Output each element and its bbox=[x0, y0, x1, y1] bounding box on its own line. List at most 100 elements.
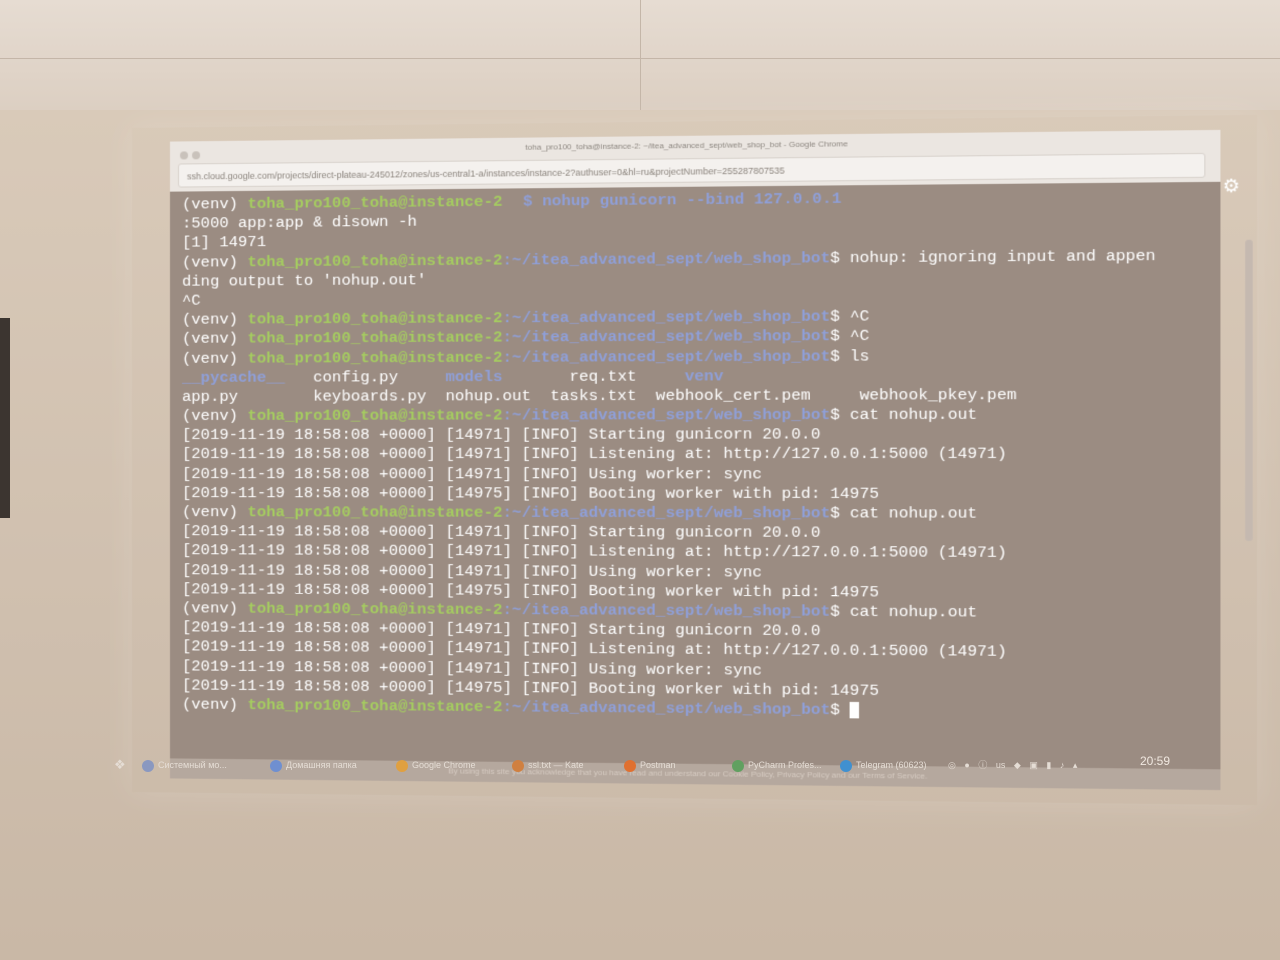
terminal-text: $ cat nohup.out bbox=[830, 504, 977, 523]
taskbar-item[interactable]: ssl.txt — Kate bbox=[512, 756, 584, 774]
clock[interactable]: 20:59 bbox=[1140, 754, 1170, 768]
gear-icon[interactable]: ⚙ bbox=[1220, 175, 1242, 196]
terminal-text: [2019-11-19 18:58:08 +0000] [14971] [INF… bbox=[182, 561, 762, 581]
terminal-text: $ ^C bbox=[830, 327, 869, 346]
updates-icon[interactable]: ● bbox=[964, 760, 969, 770]
terminal-text: config.py bbox=[285, 368, 446, 387]
terminal-text: app.py keyboards.py nohup.out tasks.txt … bbox=[182, 386, 1017, 406]
taskbar-item-label: Системный мо... bbox=[158, 760, 227, 770]
terminal-text: [2019-11-19 18:58:08 +0000] [14971] [INF… bbox=[182, 425, 820, 444]
door-edge bbox=[0, 318, 10, 518]
taskbar-item-label: Домашняя папка bbox=[286, 760, 357, 770]
system-tray: ◎ ● ⓘ us ◆ ▣ ▮ ♪ ▴ bbox=[948, 756, 1083, 774]
app-launcher-icon[interactable]: ❖ bbox=[114, 756, 126, 774]
prompt-path: :~/itea_advanced_sept/web_shop_bot bbox=[503, 307, 831, 327]
terminal-line: __pycache__ config.py models req.txt ven… bbox=[182, 365, 1210, 387]
taskbar-item[interactable]: Google Chrome bbox=[396, 756, 476, 774]
taskbar-item-label: Google Chrome bbox=[412, 760, 476, 770]
keyboard-layout[interactable]: us bbox=[996, 760, 1006, 770]
wifi-icon[interactable]: ◆ bbox=[1014, 760, 1021, 770]
terminal-line: app.py keyboards.py nohup.out tasks.txt … bbox=[182, 385, 1210, 407]
terminal-text: (venv) bbox=[182, 311, 247, 329]
lock-icon[interactable]: ▣ bbox=[1029, 760, 1038, 770]
prompt-user: toha_pro100_toha@instance-2 bbox=[247, 406, 502, 425]
terminal-text: [2019-11-19 18:58:08 +0000] [14971] [INF… bbox=[182, 445, 1007, 464]
terminal-line: [2019-11-19 18:58:08 +0000] [14975] [INF… bbox=[182, 484, 1210, 505]
directory-entry: venv bbox=[685, 367, 724, 385]
terminal-text: $ bbox=[830, 701, 850, 720]
prompt-user: toha_pro100_toha@instance-2 bbox=[247, 503, 502, 522]
terminal-text: $ nohup: ignoring input and appen bbox=[830, 246, 1155, 267]
prompt-path: :~/itea_advanced_sept/web_shop_bot bbox=[503, 406, 831, 425]
prompt-user: toha_pro100_toha@instance-2 bbox=[247, 193, 502, 213]
terminal-text: $ ^C bbox=[830, 307, 869, 326]
taskbar-item[interactable]: Telegram (60623) bbox=[840, 756, 927, 774]
terminal-text: :5000 app:app & disown -h bbox=[182, 213, 417, 233]
terminal-text: [2019-11-19 18:58:08 +0000] [14971] [INF… bbox=[182, 542, 1007, 563]
terminal-text: [2019-11-19 18:58:08 +0000] [14971] [INF… bbox=[182, 618, 820, 640]
kde-taskbar: ❖ Системный мо... Домашняя папка Google Ch… bbox=[110, 750, 1210, 778]
terminal-scrollbar[interactable] bbox=[1245, 240, 1253, 541]
terminal-text: $ ls bbox=[830, 347, 869, 366]
close-window-icon[interactable] bbox=[180, 151, 188, 159]
prompt-user: toha_pro100_toha@instance-2 bbox=[247, 251, 502, 271]
terminal-text: (venv) bbox=[182, 349, 247, 367]
app-icon bbox=[732, 760, 744, 772]
terminal-text: (venv) bbox=[182, 599, 247, 617]
taskbar-item[interactable]: Системный мо... bbox=[142, 756, 227, 774]
prompt-path: :~/itea_advanced_sept/web_shop_bot bbox=[503, 601, 831, 621]
taskbar-item[interactable]: PyCharm Profes... bbox=[732, 756, 822, 774]
terminal-text: (venv) bbox=[182, 695, 247, 714]
prompt-path: :~/itea_advanced_sept/web_shop_bot bbox=[503, 347, 831, 366]
info-icon[interactable]: ⓘ bbox=[978, 760, 987, 770]
prompt-path: :~/itea_advanced_sept/web_shop_bot bbox=[503, 327, 831, 347]
taskbar-item-label: ssl.txt — Kate bbox=[528, 760, 584, 770]
app-icon bbox=[512, 760, 524, 772]
expand-tray-icon[interactable]: ▴ bbox=[1073, 760, 1078, 770]
prompt-user: toha_pro100_toha@instance-2 bbox=[247, 329, 502, 348]
taskbar-item[interactable]: Postman bbox=[624, 756, 676, 774]
terminal-text: (venv) bbox=[182, 195, 247, 214]
terminal-line: (venv) toha_pro100_toha@instance-2:~/ite… bbox=[182, 503, 1210, 524]
projected-screen: toha_pro100_toha@instance-2: ~/itea_adva… bbox=[132, 115, 1257, 805]
terminal-text: $ nohup gunicorn --bind 127.0.0.1 bbox=[523, 189, 841, 210]
terminal-text: [2019-11-19 18:58:08 +0000] [14975] [INF… bbox=[182, 484, 879, 503]
app-icon bbox=[624, 760, 636, 772]
terminal-line: [2019-11-19 18:58:08 +0000] [14971] [INF… bbox=[182, 425, 1210, 445]
battery-icon[interactable]: ▮ bbox=[1046, 760, 1051, 770]
taskbar-item-label: PyCharm Profes... bbox=[748, 760, 822, 770]
terminal-text: (venv) bbox=[182, 253, 247, 272]
prompt-user: toha_pro100_toha@instance-2 bbox=[247, 309, 502, 328]
terminal-text: [2019-11-19 18:58:08 +0000] [14971] [INF… bbox=[182, 522, 820, 542]
terminal-cursor bbox=[850, 702, 859, 718]
terminal-line: [2019-11-19 18:58:08 +0000] [14971] [INF… bbox=[182, 445, 1210, 465]
directory-entry: models bbox=[445, 368, 502, 386]
prompt-path: :~/itea_advanced_sept/web_shop_bot bbox=[503, 504, 831, 523]
prompt-path: :~/itea_advanced_sept/web_shop_bot bbox=[503, 698, 831, 719]
terminal-text: (venv) bbox=[182, 503, 247, 521]
network-icon[interactable]: ◎ bbox=[948, 760, 956, 770]
terminal-text: [2019-11-19 18:58:08 +0000] [14971] [INF… bbox=[182, 465, 762, 483]
taskbar-item-label: Postman bbox=[640, 760, 676, 770]
volume-icon[interactable]: ♪ bbox=[1060, 760, 1065, 770]
terminal-text: [2019-11-19 18:58:08 +0000] [14975] [INF… bbox=[182, 580, 879, 601]
app-icon bbox=[142, 760, 154, 772]
terminal-text: $ cat nohup.out bbox=[830, 602, 977, 621]
terminal-line: [2019-11-19 18:58:08 +0000] [14971] [INF… bbox=[182, 465, 1210, 485]
terminal-text: (venv) bbox=[182, 330, 247, 348]
app-icon bbox=[396, 760, 408, 772]
terminal-text: ^C bbox=[182, 292, 201, 310]
prompt-user: toha_pro100_toha@instance-2 bbox=[247, 599, 502, 618]
terminal-text: $ cat nohup.out bbox=[830, 405, 977, 424]
taskbar-item[interactable]: Домашняя папка bbox=[270, 756, 357, 774]
app-icon bbox=[270, 760, 282, 772]
minimize-window-icon[interactable] bbox=[192, 151, 200, 159]
terminal-text: ding output to 'nohup.out' bbox=[182, 271, 426, 291]
ssh-terminal[interactable]: (venv) toha_pro100_toha@instance-2 $ nohu… bbox=[170, 182, 1220, 770]
terminal-text: [1] 14971 bbox=[182, 233, 266, 252]
directory-entry: __pycache__ bbox=[182, 368, 285, 386]
prompt-user: toha_pro100_toha@instance-2 bbox=[247, 696, 502, 716]
taskbar-item-label: Telegram (60623) bbox=[856, 760, 927, 770]
ceiling-seam bbox=[640, 0, 641, 110]
window-title: toha_pro100_toha@instance-2: ~/itea_adva… bbox=[525, 139, 847, 152]
